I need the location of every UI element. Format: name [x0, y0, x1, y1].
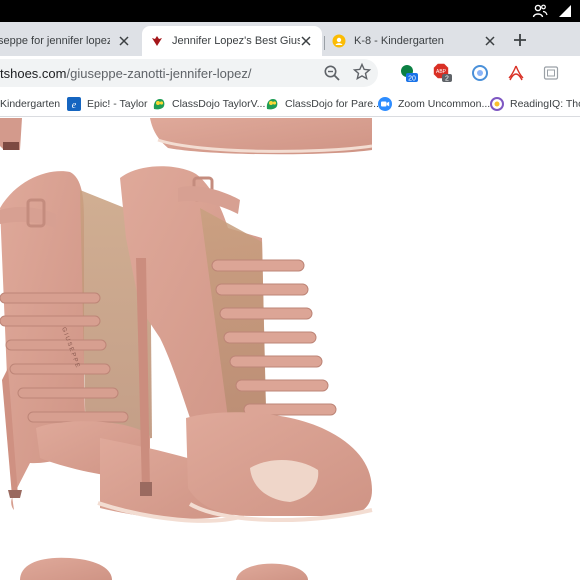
- classdojo-icon: [266, 99, 278, 110]
- bookmark-label: Kindergarten: [0, 98, 61, 110]
- screen: seppe for jennifer lopez - Yo Jennifer L…: [0, 0, 580, 580]
- screenshot-extension-icon[interactable]: [541, 63, 561, 83]
- tab-title: seppe for jennifer lopez - Yo: [0, 35, 110, 47]
- tab-active-article[interactable]: Jennifer Lopez's Best Giuseppe: [142, 26, 322, 56]
- tab-title: K-8 - Kindergarten: [354, 35, 444, 47]
- tab-title: Jennifer Lopez's Best Giuseppe: [172, 35, 300, 47]
- url-path: /giuseppe-zanotti-jennifer-lopez/: [66, 66, 252, 81]
- bookmark-epic[interactable]: e Epic! - Taylor: [67, 96, 148, 112]
- close-tab-icon[interactable]: [298, 33, 314, 49]
- bookmark-classdojo-parents[interactable]: ClassDojo for Pare...: [265, 96, 382, 112]
- classdojo-icon: [153, 99, 165, 110]
- zoom-icon[interactable]: [322, 63, 342, 83]
- site-favicon-icon: [152, 36, 162, 46]
- user-accounts-icon[interactable]: [532, 3, 548, 19]
- pdf-extension-icon[interactable]: [506, 63, 526, 83]
- bookmark-label: ClassDojo for Pare...: [285, 98, 382, 110]
- bookmarks-bar: Kindergarten e Epic! - Taylor ClassDojo …: [0, 90, 580, 117]
- url-host: tshoes.com: [0, 66, 67, 81]
- epic-icon: e: [67, 97, 81, 111]
- circle-extension-icon[interactable]: [470, 63, 490, 83]
- close-tab-icon[interactable]: [116, 33, 132, 49]
- tab-divider: [324, 36, 325, 50]
- bookmark-label: Epic! - Taylor: [87, 98, 148, 110]
- bookmark-readingiq[interactable]: ReadingIQ: Thous: [490, 96, 580, 112]
- tab-kindergarten[interactable]: K-8 - Kindergarten: [326, 26, 506, 56]
- extension-badge: 2: [445, 76, 449, 83]
- new-tab-button[interactable]: [508, 28, 532, 52]
- zoom-icon: [378, 97, 392, 111]
- tab-strip: seppe for jennifer lopez - Yo Jennifer L…: [0, 22, 580, 56]
- bookmark-star-icon[interactable]: [352, 62, 372, 82]
- bookmark-classdojo-taylor[interactable]: ClassDojo TaylorV...: [152, 96, 265, 112]
- close-tab-icon[interactable]: [482, 33, 498, 49]
- bookmark-label: ClassDojo TaylorV...: [172, 98, 266, 110]
- extension-badge: 20: [408, 76, 416, 83]
- bookmark-label: Zoom Uncommon...: [398, 98, 491, 110]
- bookmark-kindergarten[interactable]: Kindergarten: [0, 96, 60, 112]
- bottom-shoe-fragments: [20, 557, 308, 580]
- adblock-extension-icon[interactable]: ABP 2: [433, 63, 453, 83]
- browser-toolbar: tshoes.com/giuseppe-zanotti-jennifer-lop…: [0, 56, 580, 90]
- top-shoe-fragment: [0, 118, 373, 155]
- signal-icon: [559, 5, 571, 17]
- page-content: G I U S E P P E: [0, 118, 580, 580]
- plus-icon: [514, 34, 526, 46]
- classroom-favicon-icon: [332, 34, 346, 48]
- readingiq-icon: [490, 97, 504, 111]
- url-text[interactable]: tshoes.com/giuseppe-zanotti-jennifer-lop…: [0, 66, 251, 81]
- bookmark-zoom[interactable]: Zoom Uncommon...: [378, 96, 490, 112]
- os-status-bar: [0, 0, 580, 22]
- calendar-extension-icon[interactable]: 20: [399, 63, 419, 83]
- tab-search-results[interactable]: seppe for jennifer lopez - Yo: [0, 26, 140, 56]
- shoe-product-image: G I U S E P P E: [0, 118, 373, 580]
- svg-text:e: e: [72, 100, 77, 111]
- bookmark-label: ReadingIQ: Thous: [510, 98, 580, 110]
